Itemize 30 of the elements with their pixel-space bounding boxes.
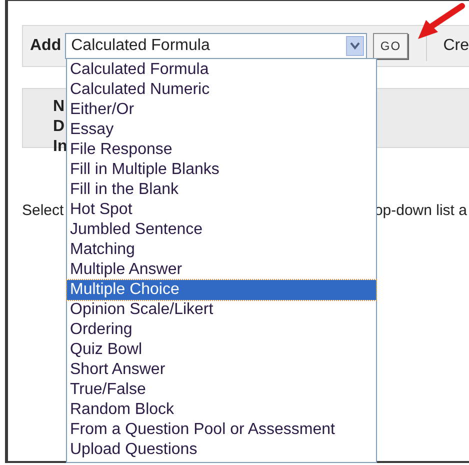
dropdown-option[interactable]: True/False [67,380,376,400]
instruction-text: Select [22,201,64,221]
dropdown-option[interactable]: Essay [67,120,376,140]
field-label: In [53,137,68,157]
dropdown-option[interactable]: Short Answer [67,360,376,380]
dropdown-option[interactable]: Multiple Answer [67,260,376,280]
chevron-down-icon [346,36,364,56]
go-button[interactable]: GO [373,33,408,59]
dropdown-option[interactable]: Opinion Scale/Likert [67,300,376,320]
dropdown-option[interactable]: Upload Questions [67,440,376,460]
field-label: D [53,117,65,137]
dropdown-option[interactable]: Calculated Numeric [67,80,376,100]
field-label: N [53,97,65,117]
dropdown-option[interactable]: Hot Spot [67,200,376,220]
dropdown-option[interactable]: File Response [67,140,376,160]
dropdown-option[interactable]: Fill in Multiple Blanks [67,160,376,180]
dropdown-option[interactable]: Calculated Formula [67,60,376,80]
dropdown-option[interactable]: Multiple Choice [67,280,376,300]
dropdown-option[interactable]: Random Block [67,400,376,420]
dropdown-option[interactable]: Fill in the Blank [67,180,376,200]
question-type-select[interactable]: Calculated Formula [65,33,368,59]
add-label: Add [30,36,62,56]
dropdown-option[interactable]: Either/Or [67,100,376,120]
dropdown-option[interactable]: From a Question Pool or Assessment [67,420,376,440]
dropdown-option[interactable]: Matching [67,240,376,260]
create-link[interactable]: Cre [443,34,469,58]
dropdown-option[interactable]: Jumbled Sentence [67,220,376,240]
dropdown-option[interactable]: Quiz Bowl [67,340,376,360]
dropdown-option[interactable]: Ordering [67,320,376,340]
instruction-text: op-down list a [374,201,467,221]
